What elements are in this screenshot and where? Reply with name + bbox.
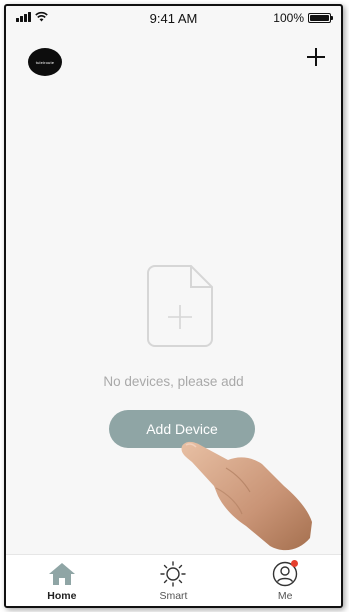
tab-home[interactable]: Home <box>22 555 102 602</box>
tab-smart[interactable]: Smart <box>133 555 213 602</box>
phone-frame: 9:41 AM 100% tuleiroute No devices, plea… <box>4 4 343 608</box>
tab-me[interactable]: Me <box>245 555 325 602</box>
brand-logo-text: tuleiroute <box>35 59 55 65</box>
plus-icon[interactable] <box>305 46 327 68</box>
status-right: 100% <box>273 11 333 25</box>
status-bar: 9:41 AM 100% <box>6 6 341 28</box>
sun-icon <box>160 561 187 587</box>
tab-home-label: Home <box>47 590 77 602</box>
battery-icon <box>308 13 333 23</box>
home-icon <box>48 563 75 585</box>
tab-smart-label: Smart <box>159 590 188 602</box>
file-add-icon <box>147 265 213 347</box>
brand-logo[interactable]: tuleiroute <box>28 48 62 76</box>
empty-state-message: No devices, please add <box>103 374 244 389</box>
tab-bar: Home Smart Me <box>6 554 341 606</box>
battery-percent: 100% <box>273 11 304 25</box>
pointing-hand-image <box>181 441 312 551</box>
tab-me-label: Me <box>277 590 293 602</box>
